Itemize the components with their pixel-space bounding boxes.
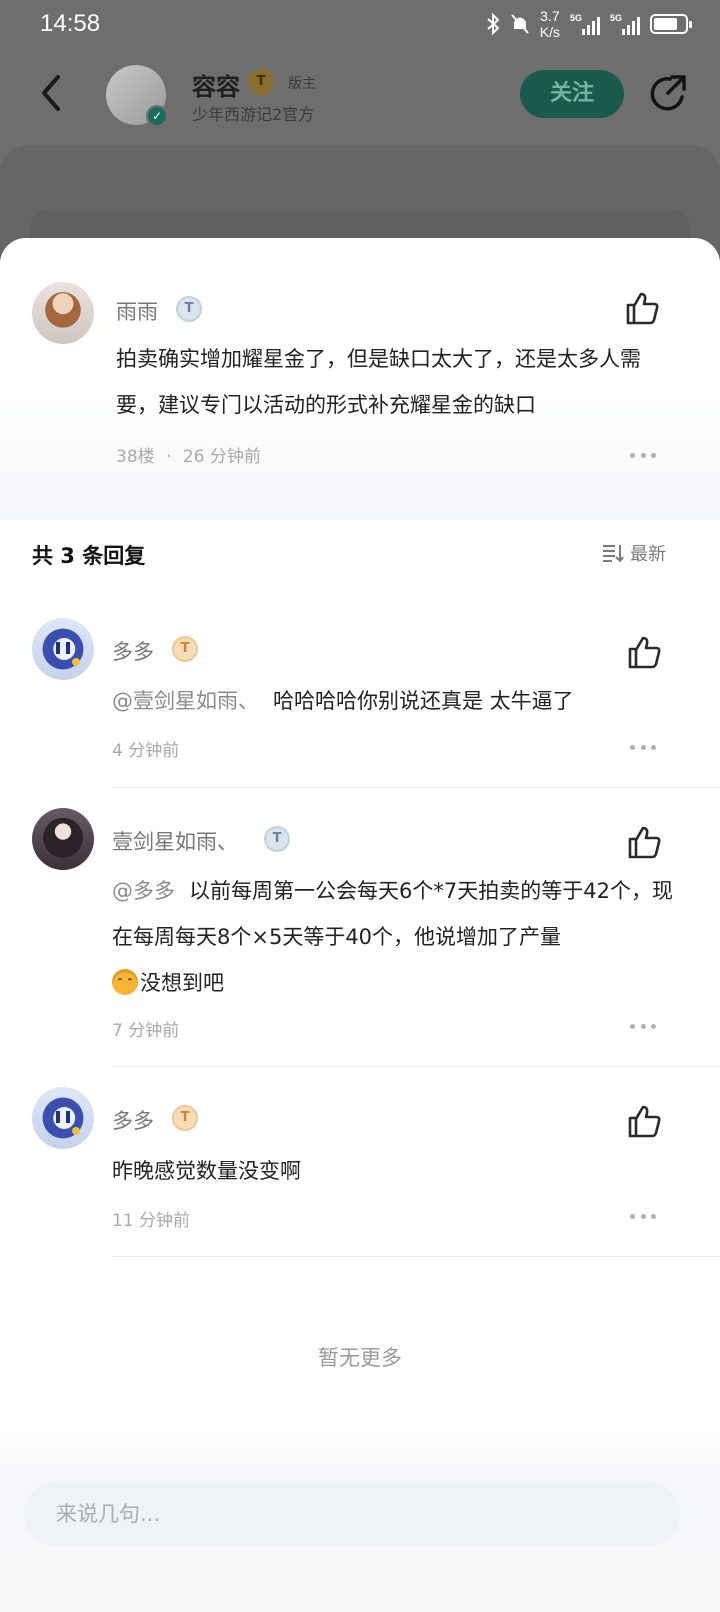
reply-text: @壹剑星如雨、 哈哈哈哈你别说还真是 太牛逼了 xyxy=(112,689,574,713)
mention-link[interactable]: @多多 xyxy=(112,879,175,903)
divider xyxy=(112,1256,720,1257)
reply-text: @多多 以前每周第一公会每天6个*7天拍卖的等于42个，现在每周每天8个×5天等于… xyxy=(112,879,673,995)
reply-username[interactable]: 多多 xyxy=(112,636,154,666)
reply-time: 7 分钟前 xyxy=(112,1021,180,1041)
avatar[interactable] xyxy=(32,808,94,870)
poster-avatar[interactable]: ✓ xyxy=(106,65,168,127)
thumbs-up-icon[interactable] xyxy=(626,634,662,670)
reply-time: 4 分钟前 xyxy=(112,741,180,761)
reply-time: 11 分钟前 xyxy=(112,1211,191,1231)
signal-icon-2: 5G xyxy=(610,13,640,35)
level-badge-icon: T xyxy=(172,1105,198,1131)
comment-text: 拍卖确实增加耀星金了，但是缺口太大了，还是太多人需要，建议专门以活动的形式补充耀… xyxy=(116,347,641,417)
comment-input-bar[interactable] xyxy=(24,1481,680,1547)
sort-label: 最新 xyxy=(630,544,666,565)
poster-subtitle: 少年西游记2官方 xyxy=(192,105,315,124)
battery-icon xyxy=(650,14,692,34)
more-options-icon[interactable] xyxy=(630,1024,656,1032)
status-time: 14:58 xyxy=(40,10,101,37)
sort-icon xyxy=(603,545,624,562)
avatar[interactable] xyxy=(32,1087,94,1149)
mention-link[interactable]: @壹剑星如雨、 xyxy=(112,689,259,713)
post-header: ✓ 容容 T 版主 少年西游记2官方 关注 xyxy=(0,55,720,135)
floor-number: 38楼 xyxy=(116,447,155,467)
poster-name[interactable]: 容容 xyxy=(192,67,240,102)
bluetooth-icon xyxy=(487,13,500,35)
poster-role: 版主 xyxy=(288,76,316,92)
thumbs-up-icon[interactable] xyxy=(626,824,662,860)
signal-icon-1: 5G xyxy=(570,13,600,35)
status-icons: 3.7 K/s 5G 5G xyxy=(486,8,692,40)
comment-username[interactable]: 雨雨 xyxy=(116,296,158,326)
thumbs-up-icon[interactable] xyxy=(626,1103,662,1139)
avatar[interactable] xyxy=(32,618,94,680)
main-comment: 雨雨 T 拍卖确实增加耀星金了，但是缺口太大了，还是太多人需要，建议专门以活动的… xyxy=(0,238,720,520)
level-badge-icon: T xyxy=(172,636,198,662)
share-icon[interactable] xyxy=(648,73,690,115)
reply-username[interactable]: 多多 xyxy=(112,1105,154,1135)
reply-text: 昨晚感觉数量没变啊 xyxy=(112,1159,301,1183)
avatar[interactable] xyxy=(32,282,94,344)
level-badge-icon: T xyxy=(264,826,290,852)
reply-sheet: 雨雨 T 拍卖确实增加耀星金了，但是缺口太大了，还是太多人需要，建议专门以活动的… xyxy=(0,238,720,1612)
mute-bell-icon xyxy=(511,14,529,34)
sort-button[interactable]: 最新 xyxy=(602,540,666,566)
divider xyxy=(112,787,720,788)
more-options-icon[interactable] xyxy=(630,745,656,753)
divider xyxy=(112,1066,720,1067)
comment-meta: 38楼 · 26 分钟前 xyxy=(116,447,261,467)
thumbs-up-icon[interactable] xyxy=(624,290,660,326)
level-badge-icon: T xyxy=(176,296,202,322)
smile-emoji-icon xyxy=(112,969,138,995)
no-more-label: 暂无更多 xyxy=(318,1346,402,1370)
network-speed: 3.7 K/s xyxy=(539,8,560,40)
comment-time: 26 分钟前 xyxy=(182,447,261,467)
reply-username[interactable]: 壹剑星如雨、 xyxy=(112,826,238,856)
more-options-icon[interactable] xyxy=(630,453,656,461)
level-badge-icon: T xyxy=(248,69,274,95)
follow-button[interactable]: 关注 xyxy=(520,70,624,118)
verified-icon: ✓ xyxy=(146,105,168,127)
status-bar: 14:58 3.7 K/s 5G 5G xyxy=(0,0,720,50)
more-options-icon[interactable] xyxy=(630,1214,656,1222)
comment-input[interactable] xyxy=(24,1481,680,1547)
reply-count: 共 3 条回复 xyxy=(32,544,146,568)
back-arrow-icon[interactable] xyxy=(36,73,66,113)
